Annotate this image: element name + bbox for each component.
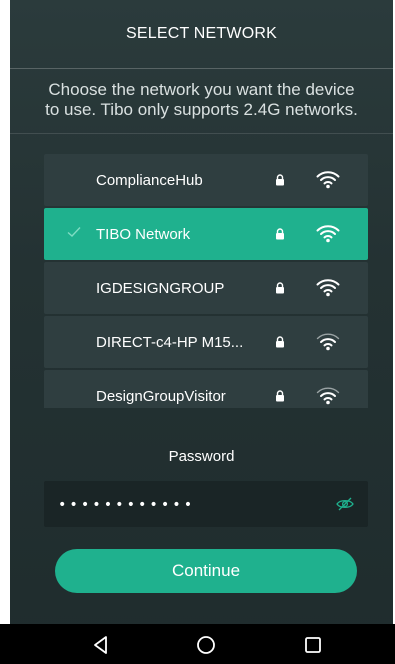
network-list[interactable]: ComplianceHub TIBO Network IGDESIGNGROUP… xyxy=(44,154,368,408)
page-title: SELECT NETWORK xyxy=(126,25,277,42)
lock-icon xyxy=(276,228,284,240)
instructions-text: Choose the network you want the device t… xyxy=(10,80,393,120)
network-ssid: IGDESIGNGROUP xyxy=(96,279,225,297)
network-ssid: TIBO Network xyxy=(96,225,191,243)
lock-icon xyxy=(276,282,284,294)
password-input[interactable] xyxy=(56,481,320,529)
network-ssid: DIRECT-c4-HP M15... xyxy=(96,333,244,351)
wifi-icon xyxy=(316,387,340,405)
wifi-icon xyxy=(316,225,340,243)
network-row-igdesigngroup[interactable]: IGDESIGNGROUP xyxy=(44,262,368,314)
app-screen: SELECT NETWORK Choose the network you wa… xyxy=(10,0,393,664)
wifi-icon xyxy=(316,333,340,351)
password-field-container[interactable] xyxy=(44,481,368,529)
back-triangle-icon[interactable] xyxy=(90,634,112,656)
lock-icon xyxy=(276,390,284,402)
check-icon xyxy=(67,227,81,237)
instructions-line-2: to use. Tibo only supports 2.4G networks… xyxy=(45,100,358,119)
wifi-icon xyxy=(316,171,340,189)
continue-button[interactable]: Continue xyxy=(55,549,357,593)
network-ssid: ComplianceHub xyxy=(96,171,203,189)
instructions-line-1: Choose the network you want the device xyxy=(48,80,355,99)
eye-off-icon[interactable] xyxy=(336,496,354,512)
network-row-tibo-network[interactable]: TIBO Network xyxy=(44,208,368,260)
wifi-icon xyxy=(316,279,340,297)
android-nav-bar xyxy=(0,624,395,664)
password-label: Password xyxy=(168,448,235,465)
network-row-direct-c4-hp[interactable]: DIRECT-c4-HP M15... xyxy=(44,316,368,368)
instructions-divider xyxy=(10,133,393,134)
network-row-compliancehub[interactable]: ComplianceHub xyxy=(44,154,368,206)
lock-icon xyxy=(276,336,284,348)
lock-icon xyxy=(276,174,284,186)
network-row-designgroupvisitor[interactable]: DesignGroupVisitor xyxy=(44,370,368,408)
home-circle-icon[interactable] xyxy=(195,634,217,656)
network-ssid: DesignGroupVisitor xyxy=(96,387,226,405)
header-divider xyxy=(10,68,393,69)
recents-square-icon[interactable] xyxy=(302,634,324,656)
